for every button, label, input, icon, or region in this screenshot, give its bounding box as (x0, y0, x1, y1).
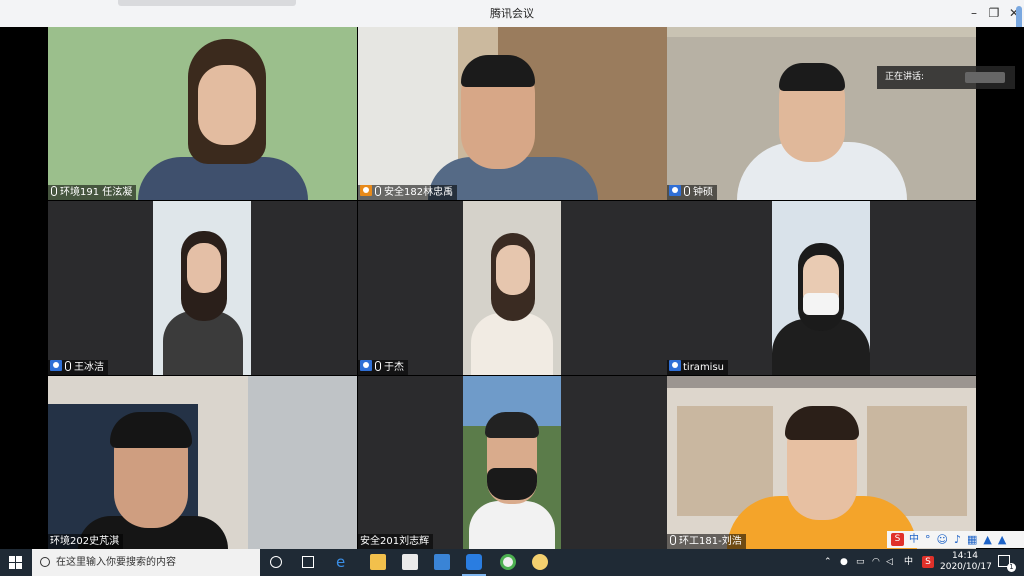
cortana-icon[interactable] (270, 556, 282, 568)
video-tile[interactable]: 王冰洁 (48, 201, 357, 375)
ime-toolbar[interactable]: S 中 °☺♪▦▲▲ (887, 531, 1024, 548)
participant-name: 安全201刘志辉 (360, 536, 430, 547)
video-tile[interactable]: 钟硕 (667, 27, 976, 200)
video-feed (153, 201, 251, 375)
windows-start-icon[interactable] (9, 556, 23, 570)
person-hair (485, 412, 539, 438)
mic-icon (684, 186, 690, 196)
mic-icon (65, 361, 71, 371)
participant-label: 环工181-刘浩 (667, 534, 746, 549)
camera-icon (360, 360, 372, 371)
app-icon[interactable] (532, 554, 548, 570)
video-tile[interactable]: 环境191 任泫凝 (48, 27, 357, 200)
camera-icon (360, 185, 372, 196)
face-mask (487, 468, 537, 500)
edge-icon[interactable]: e (336, 554, 352, 570)
task-view-icon[interactable] (302, 556, 314, 568)
speaking-label: 正在讲话: (885, 72, 925, 82)
participant-label: 环境191 任泫凝 (48, 185, 137, 200)
participant-label: tiramisu (667, 360, 729, 375)
participant-name: 王冰洁 (74, 362, 104, 373)
volume-icon[interactable]: ◁ (886, 549, 893, 576)
video-feed (772, 201, 870, 375)
taskbar-search[interactable]: 在这里输入你要搜索的内容 (32, 549, 260, 576)
speaking-avatar (965, 72, 1005, 83)
curtain-background (248, 376, 357, 549)
video-tile[interactable]: 环工181-刘浩 (667, 376, 976, 549)
mic-icon (51, 186, 57, 196)
search-placeholder: 在这里输入你要搜索的内容 (56, 557, 176, 568)
participant-name: tiramisu (683, 362, 725, 373)
file-explorer-icon[interactable] (370, 554, 386, 570)
title-bar: 腾讯会议 – ❐ ✕ (0, 0, 1024, 27)
video-feed (463, 376, 561, 549)
input-language[interactable]: 中 (904, 549, 913, 576)
notification-count: 1 (1007, 563, 1016, 572)
person-hair (785, 406, 859, 440)
person-face (187, 243, 221, 293)
mic-icon (375, 361, 381, 371)
mail-icon[interactable] (434, 554, 450, 570)
person-face (496, 245, 530, 295)
speaking-indicator: 正在讲话: (877, 66, 1015, 89)
tray-icon[interactable]: ● (840, 549, 848, 576)
participant-label: 于杰 (358, 360, 408, 375)
video-tile[interactable]: 安全201刘志辉 (358, 376, 667, 549)
ceiling-background (667, 376, 976, 388)
clock-time: 14:14 (952, 551, 978, 561)
video-tile[interactable]: 环境202史芃淇 (48, 376, 357, 549)
participant-label: 王冰洁 (48, 360, 108, 375)
minimize-button[interactable]: – (964, 3, 984, 23)
person-hair (779, 63, 845, 91)
video-grid: 环境191 任泫凝 安全182林忠禹 钟硕 王冰洁 于杰 tiramisu 环境… (0, 27, 1024, 549)
camera-icon (669, 360, 681, 371)
participant-label: 安全182林忠禹 (358, 185, 458, 200)
camera-icon (669, 185, 681, 196)
search-icon (40, 557, 50, 567)
chevron-up-icon[interactable]: ⌃ (824, 549, 832, 576)
window-title: 腾讯会议 (490, 7, 534, 20)
battery-icon[interactable]: ▭ (856, 549, 865, 576)
video-tile[interactable]: 于杰 (358, 201, 667, 375)
taskbar: 在这里输入你要搜索的内容 e ⌃ ● ▭ ◠ ◁ 中 S 14:14 2020/… (0, 549, 1024, 576)
participant-label: 安全201刘志辉 (358, 534, 434, 549)
mic-icon (375, 186, 381, 196)
person-hair (110, 412, 192, 448)
camera-icon (50, 360, 62, 371)
video-tile[interactable]: tiramisu (667, 201, 976, 375)
ime-mode-label[interactable]: 中 (909, 531, 919, 548)
mic-icon (670, 535, 676, 545)
video-feed (463, 201, 561, 375)
participant-name: 环境191 任泫凝 (60, 187, 133, 198)
wifi-icon[interactable]: ◠ (872, 549, 880, 576)
participant-name: 环工181-刘浩 (679, 536, 742, 547)
sogou-icon: S (891, 533, 904, 546)
person-shoulders (471, 313, 553, 375)
store-icon[interactable] (402, 554, 418, 570)
restore-button[interactable]: ❐ (984, 3, 1004, 23)
sogou-tray-icon[interactable]: S (922, 556, 934, 568)
participant-name: 安全182林忠禹 (384, 187, 454, 198)
ime-tool-icons[interactable]: °☺♪▦▲▲ (925, 531, 1012, 548)
app-icon[interactable] (500, 554, 516, 570)
participant-name: 钟硕 (693, 187, 713, 198)
participant-label: 钟硕 (667, 185, 717, 200)
person-shoulders (469, 501, 555, 549)
participant-name: 于杰 (384, 362, 404, 373)
person-face (198, 65, 256, 145)
face-mask (803, 293, 839, 315)
clock[interactable]: 14:14 2020/10/17 (940, 551, 992, 575)
person-hair (461, 55, 535, 87)
video-tile[interactable]: 安全182林忠禹 (358, 27, 667, 200)
clock-date: 2020/10/17 (940, 562, 992, 572)
tencent-meeting-icon[interactable] (466, 554, 482, 570)
participant-name: 环境202史芃淇 (50, 536, 120, 547)
participant-label: 环境202史芃淇 (48, 534, 124, 549)
